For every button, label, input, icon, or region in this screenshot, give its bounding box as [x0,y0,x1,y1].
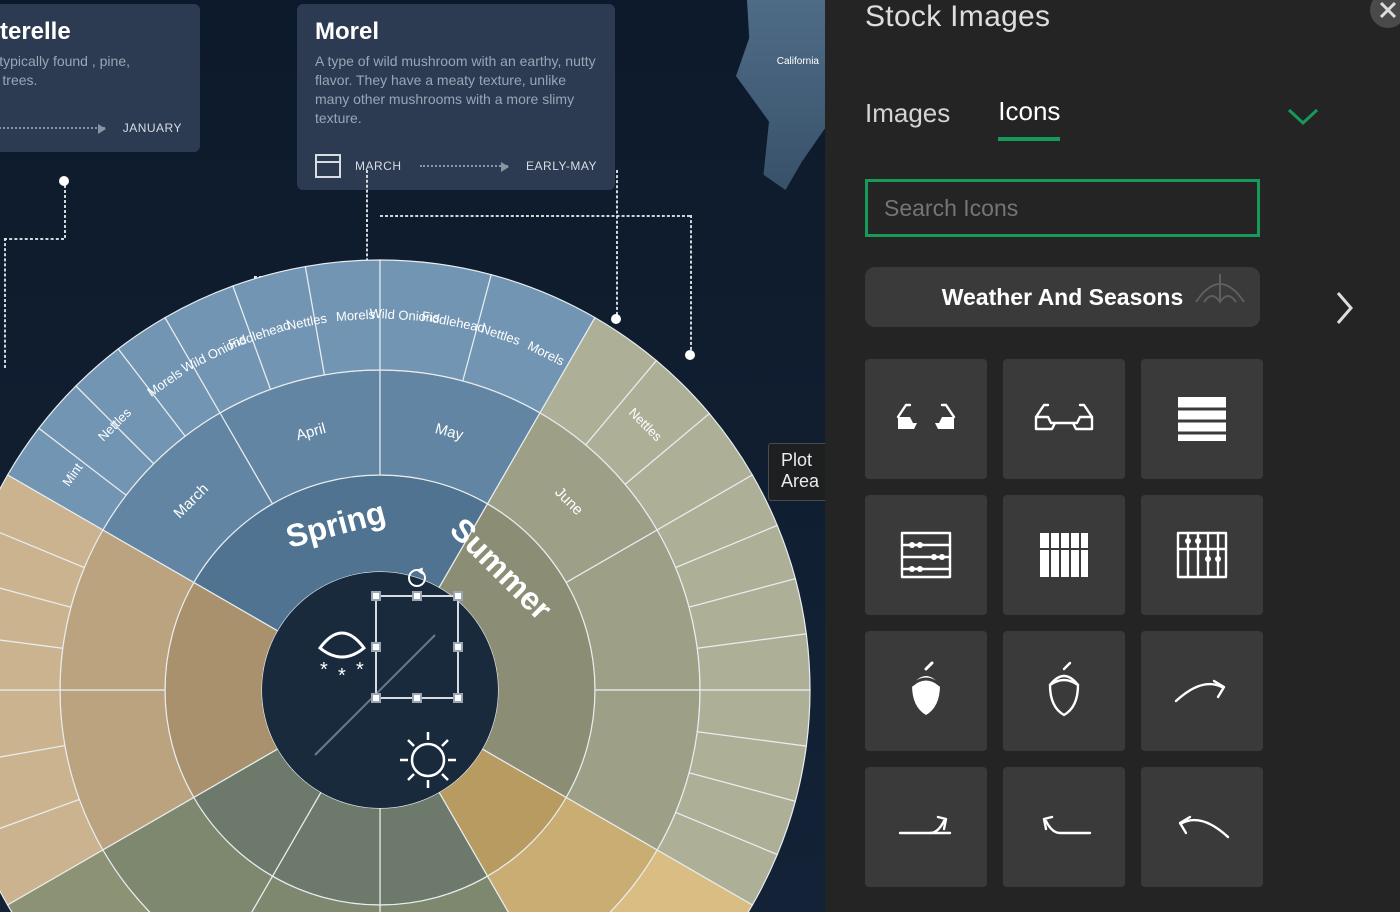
card-end: JANUARY [123,121,182,135]
resize-handle[interactable] [453,642,463,652]
chart-canvas[interactable]: California foot Chanterelle winter mushr… [0,0,825,912]
icon-arrow-branch-right[interactable] [865,767,987,887]
selection-box[interactable] [375,595,459,699]
calendar-icon [315,154,341,178]
resize-handle[interactable] [371,642,381,652]
arrow-icon [0,127,105,129]
icon-3d-glasses[interactable] [865,359,987,479]
svg-text:*: * [320,659,328,681]
close-icon [1378,0,1398,20]
tooltip-plot-area: Plot Area [768,443,825,501]
icon-abacus-2[interactable] [1003,495,1125,615]
resize-handle[interactable] [412,693,422,703]
map-california [725,0,825,190]
close-button[interactable] [1370,0,1400,28]
card-desc: A type of wild mushroom with an earthy, … [315,52,597,128]
info-card-chanterelle: foot Chanterelle winter mushroom typical… [0,4,200,152]
search-input[interactable] [865,179,1260,237]
arrow-icon [420,165,509,167]
resize-handle[interactable] [371,693,381,703]
svg-text:*: * [338,665,346,687]
card-start: MARCH [355,159,402,173]
icon-grid [865,359,1360,887]
icon-arrow-turn-left[interactable] [1003,767,1125,887]
icon-abacus-3[interactable] [1141,495,1263,615]
category-chip[interactable]: Weather And Seasons [865,267,1260,327]
category-label: Weather And Seasons [942,284,1184,311]
icon-abacus[interactable] [1141,359,1263,479]
tabs-more-button[interactable] [1286,103,1320,134]
svg-text:*: * [356,659,364,681]
icon-abacus-outline[interactable] [865,495,987,615]
icon-arrow-turn-left-2[interactable] [1141,767,1263,887]
card-desc: winter mushroom typically found , pine, … [0,52,182,90]
umbrella-icon [1190,272,1250,322]
map-label: California [777,56,819,67]
tab-images[interactable]: Images [865,98,950,139]
card-title: foot Chanterelle [0,18,182,46]
card-end: EARLY-MAY [526,159,597,173]
category-next-button[interactable] [1330,278,1360,338]
icon-acorn-outline[interactable] [1003,631,1125,751]
resize-handle[interactable] [412,591,422,601]
icon-3d-glasses-outline[interactable] [1003,359,1125,479]
icon-arrow-curve-right[interactable] [1141,631,1263,751]
info-card-morel: Morel A type of wild mushroom with an ea… [297,4,615,190]
stock-images-panel: Stock Images Images Icons Weather And Se… [825,0,1400,912]
card-title: Morel [315,18,597,46]
tab-icons[interactable]: Icons [998,96,1060,141]
panel-title: Stock Images [865,0,1360,34]
chevron-right-icon [1335,290,1355,326]
icon-acorn[interactable] [865,631,987,751]
resize-handle[interactable] [371,591,381,601]
chevron-down-icon [1286,107,1320,127]
resize-handle[interactable] [453,591,463,601]
resize-handle[interactable] [453,693,463,703]
rotate-handle[interactable] [408,569,426,587]
